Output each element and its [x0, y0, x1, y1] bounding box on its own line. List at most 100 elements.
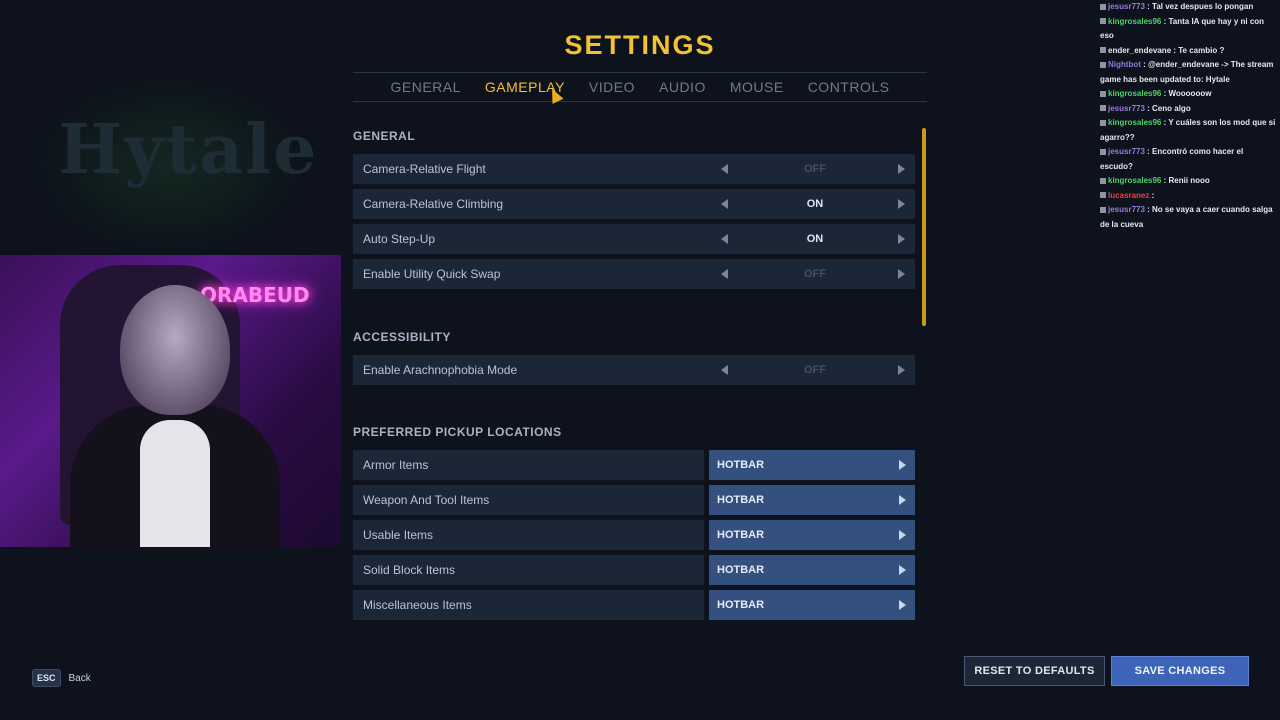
pickup-value: HOTBAR: [717, 529, 765, 541]
pickup-value: HOTBAR: [717, 494, 765, 506]
chat-text: : Woooooow: [1161, 89, 1212, 98]
pickup-value: HOTBAR: [717, 564, 765, 576]
setting-row-auto-step-up: Auto Step-Up ON: [353, 224, 915, 254]
chat-badge-icon: [1100, 177, 1106, 184]
chat-badge-icon: [1100, 47, 1106, 54]
chat-username[interactable]: jesusr773: [1108, 2, 1145, 11]
pickup-label: Miscellaneous Items: [353, 590, 704, 620]
pickup-label: Usable Items: [353, 520, 704, 550]
toggle-value: ON: [806, 198, 824, 210]
tab-video[interactable]: VIDEO: [589, 79, 635, 95]
chat-badge-icon: [1100, 192, 1106, 199]
pickup-value: HOTBAR: [717, 459, 765, 471]
chat-message: Nightbot : @ender_endevane -> The stream…: [1100, 58, 1280, 87]
settings-scrollbar[interactable]: [922, 128, 926, 326]
setting-row-enable-arachnophobia-mode: Enable Arachnophobia Mode OFF: [353, 355, 915, 385]
pickup-value: HOTBAR: [717, 599, 765, 611]
chat-message: kingrosales96 : Woooooow: [1100, 87, 1280, 102]
stream-chat: jesusr773 : Tal vez despues lo pongan kin…: [1100, 0, 1280, 232]
pickup-location-select[interactable]: HOTBAR: [709, 590, 915, 620]
tab-general[interactable]: GENERAL: [391, 79, 461, 95]
chat-username[interactable]: Nightbot: [1108, 60, 1141, 69]
pickup-location-select[interactable]: HOTBAR: [709, 520, 915, 550]
arrow-right-icon[interactable]: [898, 164, 905, 174]
chat-message: jesusr773 : Tal vez despues lo pongan: [1100, 0, 1280, 15]
arrow-right-icon[interactable]: [898, 234, 905, 244]
toggle-control: OFF: [715, 355, 915, 385]
chat-message: ender_endevane : Te cambio ?: [1100, 44, 1280, 59]
toggle-control: ON: [715, 189, 915, 219]
pickup-location-select[interactable]: HOTBAR: [709, 485, 915, 515]
webcam-streamer-head: [120, 285, 230, 415]
chat-text: : Te cambio ?: [1171, 45, 1225, 55]
arrow-right-icon[interactable]: [899, 495, 906, 505]
chat-username[interactable]: kingrosales96: [1108, 176, 1161, 185]
tab-controls[interactable]: CONTROLS: [808, 79, 890, 95]
chat-username[interactable]: kingrosales96: [1108, 118, 1161, 127]
save-changes-button[interactable]: SAVE CHANGES: [1111, 656, 1249, 686]
chat-text: : Renii nooo: [1161, 176, 1210, 185]
pickup-row-weapon-and-tool-items: Weapon And Tool Items HOTBAR: [353, 485, 915, 515]
arrow-right-icon[interactable]: [898, 269, 905, 279]
background-logo: Hytale: [58, 110, 319, 190]
arrow-right-icon[interactable]: [898, 365, 905, 375]
arrow-right-icon[interactable]: [899, 600, 906, 610]
chat-badge-icon: [1100, 3, 1106, 10]
chat-badge-icon: [1100, 90, 1106, 97]
pickup-row-usable-items: Usable Items HOTBAR: [353, 520, 915, 550]
chat-badge-icon: [1100, 61, 1106, 68]
pickup-label: Armor Items: [353, 450, 704, 480]
chat-message: kingrosales96 : Renii nooo: [1100, 174, 1280, 189]
page-title: SETTINGS: [564, 30, 716, 60]
toggle-control: OFF: [715, 259, 915, 289]
chat-username[interactable]: jesusr773: [1108, 104, 1145, 113]
tab-mouse[interactable]: MOUSE: [730, 79, 784, 95]
setting-row-camera-relative-climbing: Camera-Relative Climbing ON: [353, 189, 915, 219]
chat-badge-icon: [1100, 119, 1106, 126]
section-heading-accessibility: ACCESSIBILITY: [353, 330, 451, 344]
section-heading-general: GENERAL: [353, 129, 416, 143]
chat-username[interactable]: lucasranez: [1108, 191, 1149, 200]
webcam-neon-sign: ORABEUD: [200, 283, 310, 307]
chat-badge-icon: [1100, 105, 1106, 112]
chat-username[interactable]: jesusr773: [1108, 147, 1145, 156]
chat-badge-icon: [1100, 148, 1106, 155]
webcam-streamer-shirt: [140, 420, 210, 547]
toggle-value: OFF: [804, 163, 826, 175]
pickup-label: Weapon And Tool Items: [353, 485, 704, 515]
webcam-overlay: ORABEUD: [0, 255, 341, 547]
chat-text: : Tal vez despues lo pongan: [1144, 2, 1254, 11]
arrow-right-icon[interactable]: [898, 199, 905, 209]
tab-audio[interactable]: AUDIO: [659, 79, 706, 95]
reset-to-defaults-button[interactable]: RESET TO DEFAULTS: [964, 656, 1105, 686]
chat-message: kingrosales96 : Y cuáles son los mod que…: [1100, 116, 1280, 145]
esc-key-icon: ESC: [32, 669, 61, 687]
pickup-row-miscellaneous-items: Miscellaneous Items HOTBAR: [353, 590, 915, 620]
toggle-control: OFF: [715, 154, 915, 184]
back-label: Back: [68, 672, 91, 684]
pickup-location-select[interactable]: HOTBAR: [709, 450, 915, 480]
arrow-right-icon[interactable]: [899, 565, 906, 575]
pickup-row-armor-items: Armor Items HOTBAR: [353, 450, 915, 480]
chat-text: : Ceno algo: [1144, 103, 1191, 113]
chat-message: jesusr773 : Ceno algo: [1100, 102, 1280, 117]
pickup-location-select[interactable]: HOTBAR: [709, 555, 915, 585]
toggle-control: ON: [715, 224, 915, 254]
chat-username[interactable]: ender_endevane: [1108, 46, 1171, 55]
chat-username[interactable]: jesusr773: [1108, 205, 1145, 214]
arrow-right-icon[interactable]: [899, 530, 906, 540]
arrow-right-icon[interactable]: [899, 460, 906, 470]
settings-tabs: GENERAL GAMEPLAY VIDEO AUDIO MOUSE CONTR…: [353, 72, 927, 102]
chat-username[interactable]: kingrosales96: [1108, 17, 1161, 26]
chat-badge-icon: [1100, 18, 1106, 25]
chat-message: jesusr773 : Encontró como hacer el escud…: [1100, 145, 1280, 174]
pickup-row-solid-block-items: Solid Block Items HOTBAR: [353, 555, 915, 585]
pickup-label: Solid Block Items: [353, 555, 704, 585]
toggle-value: OFF: [804, 268, 826, 280]
chat-message: lucasranez :: [1100, 189, 1280, 204]
setting-row-camera-relative-flight: Camera-Relative Flight OFF: [353, 154, 915, 184]
section-heading-pickup-locations: PREFERRED PICKUP LOCATIONS: [353, 425, 562, 439]
back-control[interactable]: ESC Back: [32, 669, 91, 687]
toggle-value: ON: [806, 233, 824, 245]
chat-username[interactable]: kingrosales96: [1108, 89, 1161, 98]
